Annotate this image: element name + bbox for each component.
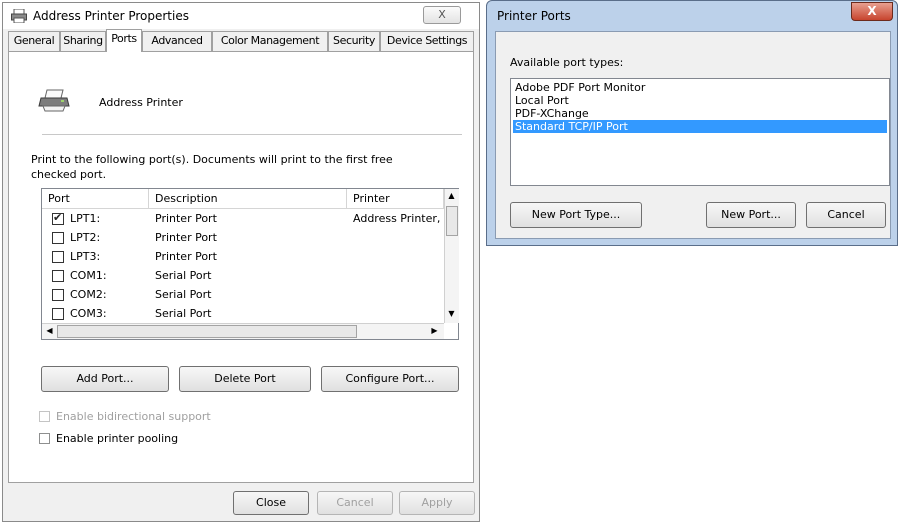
tab-general[interactable]: General xyxy=(8,31,60,51)
description-cell: Printer Port xyxy=(155,231,217,244)
bidirectional-option: Enable bidirectional support xyxy=(39,410,211,423)
tab-ports[interactable]: Ports xyxy=(106,29,142,52)
port-cell: LPT3: xyxy=(70,250,101,263)
scroll-thumb[interactable] xyxy=(446,206,458,236)
pooling-label: Enable printer pooling xyxy=(56,432,179,445)
available-port-types-label: Available port types: xyxy=(510,56,624,69)
tab-color-management[interactable]: Color Management xyxy=(212,31,328,51)
scroll-down-icon[interactable]: ▼ xyxy=(445,309,458,318)
horizontal-scrollbar[interactable]: ◀ ▶ xyxy=(42,323,444,339)
pooling-checkbox[interactable] xyxy=(39,433,50,444)
description-cell: Serial Port xyxy=(155,269,212,282)
vertical-scrollbar[interactable]: ▲ ▼ xyxy=(444,189,459,323)
printer-icon xyxy=(38,89,70,112)
port-list: Port Description Printer LPT1: Printer P… xyxy=(41,188,459,340)
scroll-right-icon[interactable]: ▶ xyxy=(428,326,441,335)
description-cell: Printer Port xyxy=(155,212,217,225)
description-cell: Serial Port xyxy=(155,288,212,301)
tab-advanced[interactable]: Advanced xyxy=(142,31,212,51)
delete-port-button[interactable]: Delete Port xyxy=(179,366,311,392)
column-header-printer[interactable]: Printer xyxy=(347,189,444,209)
port-row-com3[interactable]: COM3: Serial Port xyxy=(42,305,442,324)
dialog-title: Printer Ports xyxy=(497,9,571,23)
port-checkbox[interactable] xyxy=(52,232,64,244)
port-cell: LPT1: xyxy=(70,212,101,225)
list-item[interactable]: PDF-XChange xyxy=(513,107,887,120)
port-cell: COM3: xyxy=(70,307,107,320)
ports-dialog-body: Available port types: Adobe PDF Port Mon… xyxy=(495,31,891,239)
column-header-port[interactable]: Port xyxy=(42,189,149,209)
divider xyxy=(42,134,462,135)
dialog-title: Address Printer Properties xyxy=(33,9,189,23)
printer-name: Address Printer xyxy=(99,96,183,109)
port-checkbox[interactable] xyxy=(52,211,64,225)
port-cell: COM2: xyxy=(70,288,107,301)
close-button[interactable]: Close xyxy=(233,491,309,515)
apply-button: Apply xyxy=(399,491,475,515)
list-item[interactable]: Standard TCP/IP Port xyxy=(513,120,887,133)
printer-ports-dialog: Printer Ports X Available port types: Ad… xyxy=(486,0,898,246)
column-header-description[interactable]: Description xyxy=(149,189,347,209)
description-cell: Printer Port xyxy=(155,250,217,263)
port-cell: COM1: xyxy=(70,269,107,282)
scroll-thumb[interactable] xyxy=(57,325,357,338)
scroll-left-icon[interactable]: ◀ xyxy=(43,326,56,335)
title-bar[interactable]: Address Printer Properties X xyxy=(3,3,479,29)
description-cell: Serial Port xyxy=(155,307,212,320)
tab-security[interactable]: Security xyxy=(328,31,380,51)
port-checkbox[interactable] xyxy=(52,251,64,263)
properties-dialog: Address Printer Properties X General Sha… xyxy=(2,2,480,522)
cancel-button: Cancel xyxy=(317,491,393,515)
printer-cell: Address Printer, xyxy=(353,212,441,225)
ports-tab-panel: Address Printer Print to the following p… xyxy=(8,51,474,483)
port-types-list[interactable]: Adobe PDF Port Monitor Local Port PDF-XC… xyxy=(510,78,890,186)
tab-device-settings[interactable]: Device Settings xyxy=(380,31,474,51)
port-row-lpt1[interactable]: LPT1: Printer Port Address Printer, xyxy=(42,210,442,229)
tab-sharing[interactable]: Sharing xyxy=(60,31,106,51)
bidirectional-checkbox xyxy=(39,411,50,422)
configure-port-button[interactable]: Configure Port... xyxy=(321,366,459,392)
port-row-com2[interactable]: COM2: Serial Port xyxy=(42,286,442,305)
list-item[interactable]: Adobe PDF Port Monitor xyxy=(513,81,887,94)
scroll-up-icon[interactable]: ▲ xyxy=(445,191,458,200)
port-row-lpt2[interactable]: LPT2: Printer Port xyxy=(42,229,442,248)
list-item[interactable]: Local Port xyxy=(513,94,887,107)
close-icon[interactable]: X xyxy=(423,6,461,24)
instruction-text: Print to the following port(s). Document… xyxy=(31,153,393,181)
port-checkbox[interactable] xyxy=(52,308,64,320)
add-port-button[interactable]: Add Port... xyxy=(41,366,169,392)
new-port-type-button[interactable]: New Port Type... xyxy=(510,202,642,228)
port-row-com1[interactable]: COM1: Serial Port xyxy=(42,267,442,286)
new-port-button[interactable]: New Port... xyxy=(706,202,796,228)
pooling-option[interactable]: Enable printer pooling xyxy=(39,432,178,445)
close-icon[interactable]: X xyxy=(851,2,893,21)
port-checkbox[interactable] xyxy=(52,270,64,282)
cancel-button[interactable]: Cancel xyxy=(806,202,886,228)
bidirectional-label: Enable bidirectional support xyxy=(56,410,211,423)
port-cell: LPT2: xyxy=(70,231,101,244)
port-row-lpt3[interactable]: LPT3: Printer Port xyxy=(42,248,442,267)
port-checkbox[interactable] xyxy=(52,289,64,301)
printer-icon xyxy=(11,9,27,23)
